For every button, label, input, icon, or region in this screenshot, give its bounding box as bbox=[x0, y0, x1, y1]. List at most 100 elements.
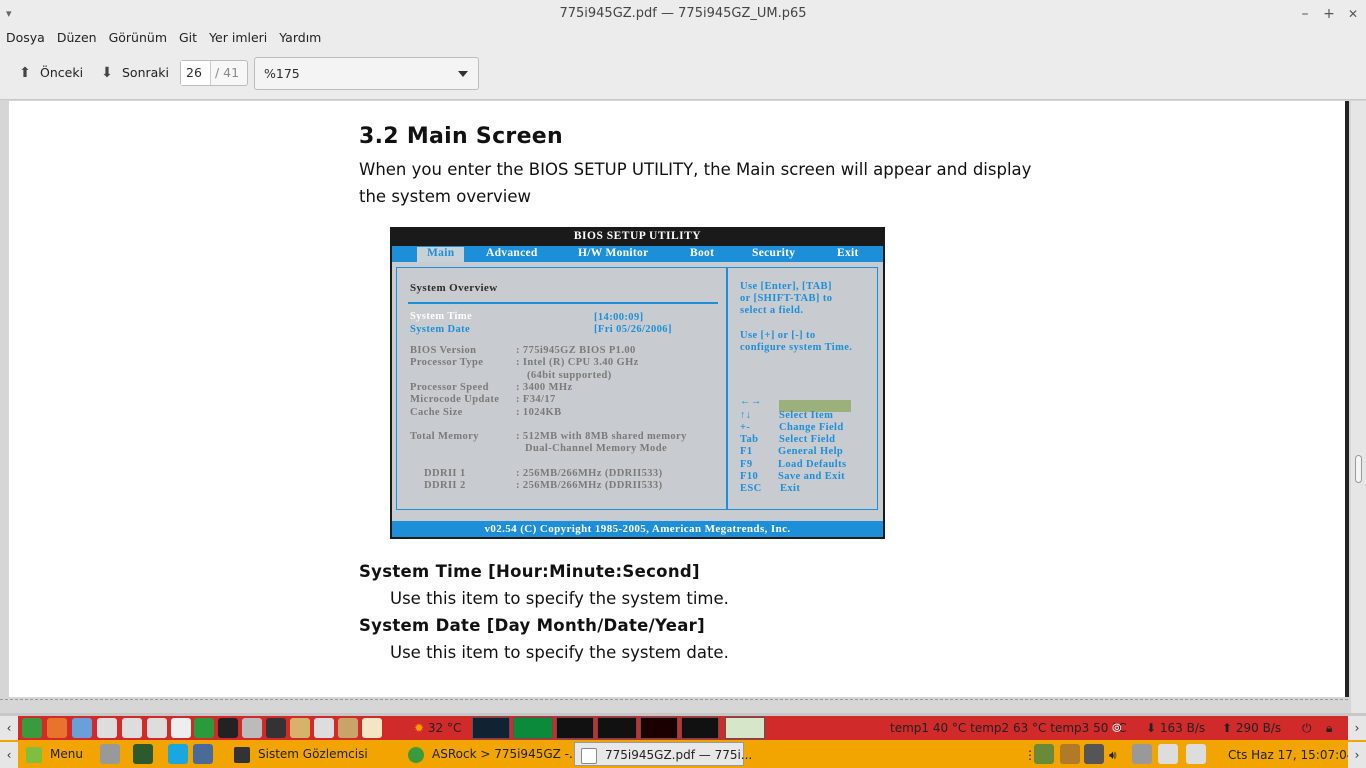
close-button[interactable]: ✕ bbox=[1342, 0, 1364, 28]
weather-widget[interactable]: ✹ 32 °C bbox=[414, 716, 461, 740]
bios-row-value: : 775i945GZ BIOS P1.00 bbox=[516, 345, 636, 356]
chevron-down-icon bbox=[458, 71, 468, 77]
skype-icon[interactable] bbox=[168, 744, 188, 764]
screen-launcher-icon[interactable] bbox=[242, 718, 262, 738]
bios-system-date-value: [Fri 05/26/2006] bbox=[594, 324, 672, 335]
bios-row-label: Microcode Update bbox=[410, 394, 500, 405]
clock[interactable]: Cts Haz 17, 15:07:04 bbox=[1228, 742, 1354, 768]
item-description: Use this item to specify the system time… bbox=[390, 589, 729, 608]
taskbar-scroll-left-icon[interactable]: ‹ bbox=[0, 742, 18, 768]
bios-row-label: BIOS Version bbox=[410, 345, 477, 356]
next-page-button[interactable]: ⬇ Sonraki bbox=[100, 60, 169, 86]
menu-yardim[interactable]: Yardım bbox=[273, 28, 327, 48]
item-description: Use this item to specify the system date… bbox=[390, 643, 729, 662]
arrow-down-icon: ⬇ bbox=[101, 65, 113, 81]
calculator-launcher-icon[interactable] bbox=[171, 718, 191, 738]
vertical-scrollbar[interactable] bbox=[1351, 101, 1366, 713]
taskbar-item-pdf-viewer[interactable]: 775i945GZ.pdf — 775i... bbox=[574, 742, 752, 766]
display-icon[interactable] bbox=[1084, 744, 1104, 764]
bios-row-label: Processor Type bbox=[410, 357, 484, 368]
bios-key-desc: Select Field bbox=[779, 434, 836, 445]
chrome-launcher-icon[interactable] bbox=[22, 718, 42, 738]
network-icon[interactable]: ⦾ bbox=[1112, 716, 1122, 740]
power-icon[interactable]: ⏻ bbox=[1302, 716, 1312, 740]
document-icon bbox=[581, 747, 597, 764]
menu-dosya[interactable]: Dosya bbox=[0, 28, 51, 48]
download-rate: ⬇ 163 B/s bbox=[1146, 716, 1205, 740]
menu-duzen[interactable]: Düzen bbox=[51, 28, 103, 48]
intro-text: When you enter the BIOS SETUP UTILITY, t… bbox=[359, 156, 1049, 210]
bios-rule bbox=[408, 302, 718, 304]
taskbar-scroll-right-icon[interactable]: › bbox=[1348, 742, 1366, 768]
bluetooth-icon[interactable] bbox=[1132, 744, 1152, 764]
tools-launcher-icon[interactable] bbox=[97, 718, 117, 738]
maximize-button[interactable]: + bbox=[1318, 0, 1340, 28]
menu-git[interactable]: Git bbox=[173, 28, 203, 48]
menu-yer-imleri[interactable]: Yer imleri bbox=[203, 28, 273, 48]
bios-row-label: DDRII 1 bbox=[424, 468, 466, 479]
taskbar-item-browser[interactable]: ASRock > 775i945GZ -... bbox=[402, 742, 580, 766]
page-total: / 41 bbox=[215, 65, 240, 80]
page-current-input[interactable]: 26 bbox=[181, 61, 211, 85]
bios-key: ESC bbox=[740, 483, 762, 494]
shield-icon[interactable] bbox=[1034, 744, 1054, 764]
bios-row-label: Total Memory bbox=[410, 431, 479, 442]
upload-rate-value: 290 B/s bbox=[1235, 721, 1282, 735]
memory-graph bbox=[513, 717, 553, 739]
previous-label: Önceki bbox=[40, 65, 84, 80]
browser-launcher-icon[interactable] bbox=[72, 718, 92, 738]
usb2-launcher-icon[interactable] bbox=[147, 718, 167, 738]
panel-scroll-left-icon[interactable]: ‹ bbox=[0, 716, 18, 740]
drive-icon[interactable] bbox=[1158, 744, 1178, 764]
firefox-launcher-icon[interactable] bbox=[47, 718, 67, 738]
upload-arrow-icon: ⬆ bbox=[1222, 721, 1233, 735]
upload-rate: ⬆ 290 B/s bbox=[1222, 716, 1281, 740]
taskbar-item-system-monitor[interactable]: Sistem Gözlemcisi bbox=[228, 742, 368, 766]
tray-icon[interactable] bbox=[1060, 744, 1080, 764]
drive2-icon[interactable] bbox=[1186, 744, 1206, 764]
menubar: Dosya Düzen Görünüm Git Yer imleri Yardım bbox=[0, 28, 1366, 48]
bios-tab-main: Main bbox=[417, 247, 465, 262]
bios-help-line: Use [Enter], [TAB] bbox=[740, 281, 832, 292]
zoom-select[interactable]: %175 bbox=[254, 57, 479, 90]
usb-launcher-icon[interactable] bbox=[122, 718, 142, 738]
page-number-field[interactable]: 26 / 41 bbox=[180, 60, 248, 86]
spotify-launcher-icon[interactable] bbox=[194, 718, 214, 738]
volume-icon[interactable]: 🔊︎ bbox=[1109, 742, 1117, 768]
bios-row-value: : 1024KB bbox=[516, 407, 562, 418]
bios-title: BIOS SETUP UTILITY bbox=[573, 230, 702, 242]
previous-page-button[interactable]: ⬆ Önceki bbox=[18, 60, 83, 86]
bios-footer: v02.54 (C) Copyright 1985-2005, American… bbox=[392, 521, 883, 537]
panel-scroll-right-icon[interactable]: › bbox=[1348, 716, 1366, 740]
menu-button[interactable]: Menu bbox=[22, 742, 83, 766]
tray-app-icon[interactable] bbox=[193, 744, 213, 764]
minimize-button[interactable]: – bbox=[1294, 0, 1316, 28]
window-menu-icon[interactable]: ▾ bbox=[6, 0, 12, 28]
swap-graph bbox=[556, 717, 594, 739]
bios-key-desc: Exit bbox=[780, 483, 801, 494]
show-desktop-icon[interactable] bbox=[100, 744, 120, 764]
notes-launcher-icon[interactable] bbox=[362, 718, 382, 738]
media-player-launcher-icon[interactable] bbox=[266, 718, 286, 738]
intro-line-2: the system overview bbox=[359, 187, 532, 206]
bios-tab-boot: Boot bbox=[690, 247, 715, 259]
bios-key-desc: Change Field bbox=[779, 422, 844, 433]
bios-figure: BIOS SETUP UTILITY Main Advanced H/W Mon… bbox=[390, 227, 885, 539]
sun-icon: ✹ bbox=[414, 721, 425, 735]
weather-temp: 32 °C bbox=[427, 721, 462, 735]
image-viewer-launcher-icon[interactable] bbox=[314, 718, 334, 738]
arrow-up-icon: ⬆ bbox=[19, 65, 31, 81]
terminal-launcher-icon[interactable] bbox=[218, 718, 238, 738]
gimp-launcher-icon[interactable] bbox=[338, 718, 358, 738]
editor-launcher-icon[interactable] bbox=[290, 718, 310, 738]
workspace-icon[interactable] bbox=[133, 744, 153, 764]
scrollbar-thumb[interactable] bbox=[1355, 455, 1362, 483]
window-titlebar: ▾ 775i945GZ.pdf — 775i945GZ_UM.p65 – + ✕ bbox=[0, 0, 1366, 28]
download-rate-value: 163 B/s bbox=[1159, 721, 1206, 735]
page-separator bbox=[0, 699, 1348, 700]
menu-gorunum[interactable]: Görünüm bbox=[103, 28, 173, 48]
bios-tab-hw-monitor: H/W Monitor bbox=[578, 247, 649, 259]
bios-row-value: : 512MB with 8MB shared memory bbox=[516, 431, 687, 442]
bios-body: System Overview System Time [14:00:09] S… bbox=[392, 262, 883, 521]
lock-icon[interactable]: 🔒︎ bbox=[1326, 716, 1332, 740]
